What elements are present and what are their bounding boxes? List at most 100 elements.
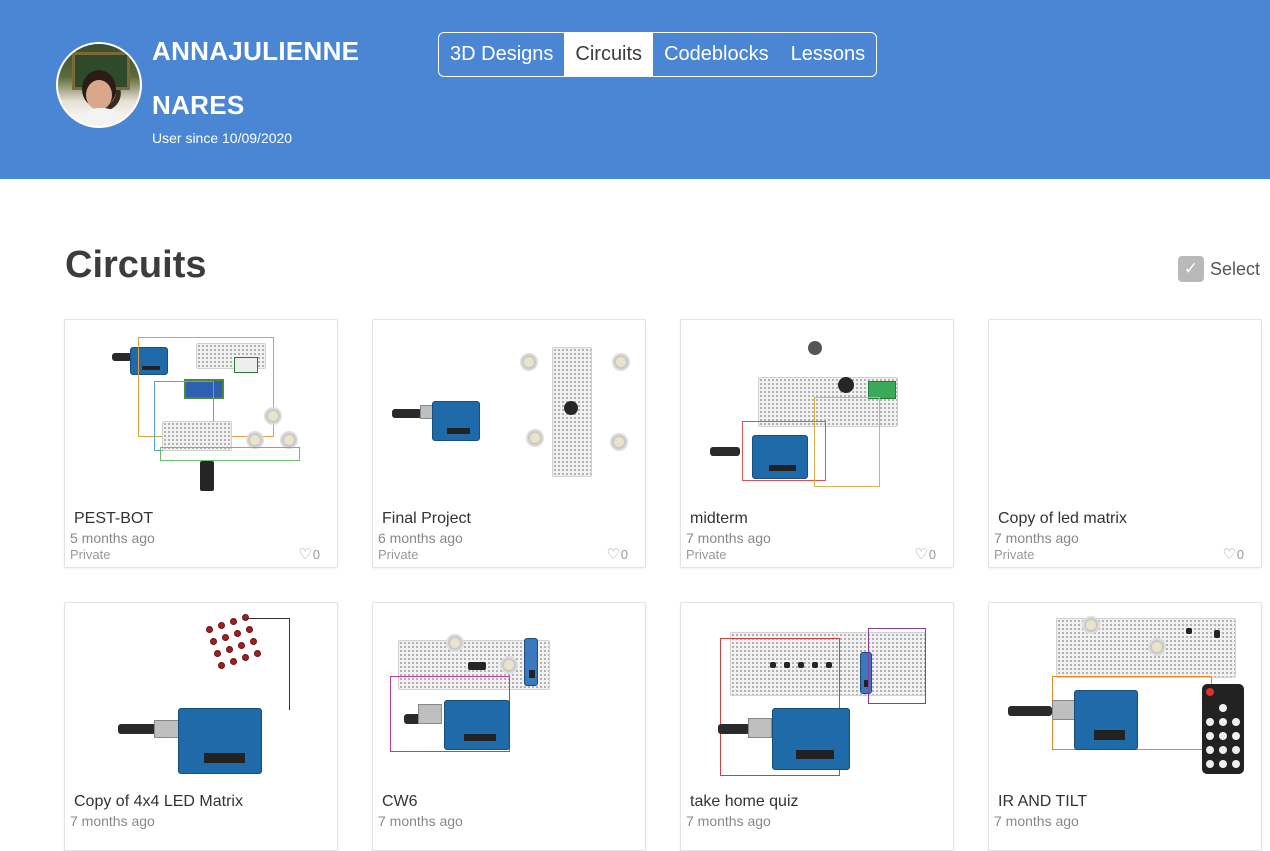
card-likes[interactable]: ♡ 0 xyxy=(914,545,936,563)
led xyxy=(230,618,237,625)
heart-outline-icon[interactable]: ♡ xyxy=(1222,545,1235,563)
usb-plug xyxy=(112,353,132,361)
like-count: 0 xyxy=(620,546,628,562)
motor xyxy=(266,409,280,423)
force-sensor xyxy=(808,341,822,355)
avatar[interactable] xyxy=(56,42,142,128)
avatar-face xyxy=(86,80,112,110)
motor xyxy=(1150,640,1164,654)
card-title[interactable]: CW6 xyxy=(382,793,418,811)
circuit-card[interactable]: midterm 7 months ago Private ♡ 0 xyxy=(680,319,954,568)
circuit-thumbnail[interactable] xyxy=(66,321,336,501)
wire xyxy=(868,628,926,704)
motor xyxy=(612,435,626,449)
card-title[interactable]: Final Project xyxy=(382,510,471,528)
usb-plug xyxy=(718,724,750,734)
heart-outline-icon[interactable]: ♡ xyxy=(298,545,311,563)
ic-chip xyxy=(468,662,486,670)
wire xyxy=(814,397,880,487)
card-likes[interactable]: ♡ 0 xyxy=(298,545,320,563)
motor xyxy=(528,431,542,445)
led xyxy=(218,662,225,669)
tab-codeblocks[interactable]: Codeblocks xyxy=(653,33,780,76)
arduino-board xyxy=(1074,690,1138,750)
like-count: 0 xyxy=(1236,546,1244,562)
circuit-card[interactable]: take home quiz 7 months ago xyxy=(680,602,954,851)
like-count: 0 xyxy=(312,546,320,562)
wire xyxy=(160,447,300,461)
circuit-thumbnail[interactable] xyxy=(682,604,952,784)
motor xyxy=(614,355,628,369)
circuit-card[interactable]: CW6 7 months ago xyxy=(372,602,646,851)
like-count: 0 xyxy=(928,546,936,562)
ir-receiver xyxy=(1186,628,1192,634)
section-tabs: 3D Designs Circuits Codeblocks Lessons xyxy=(438,32,878,77)
circuit-thumbnail[interactable] xyxy=(66,604,336,784)
usb-plug xyxy=(710,447,740,456)
circuit-card[interactable]: IR AND TILT 7 months ago xyxy=(988,602,1262,851)
circuit-card[interactable]: PEST-BOT 5 months ago Private ♡ 0 xyxy=(64,319,338,568)
card-title[interactable]: midterm xyxy=(690,510,748,528)
buzzer xyxy=(564,401,578,415)
circuit-thumbnail[interactable] xyxy=(374,604,644,784)
circuit-thumbnail[interactable] xyxy=(990,321,1260,501)
usb-connector xyxy=(418,704,442,724)
checkmark-icon[interactable]: ✓ xyxy=(1178,256,1204,282)
motor xyxy=(502,658,516,672)
user-since-text: User since 10/09/2020 xyxy=(152,130,293,146)
arduino-board xyxy=(752,435,808,479)
card-likes[interactable]: ♡ 0 xyxy=(1222,545,1244,563)
profile-username: ANNAJULIENNE NARES xyxy=(152,36,360,120)
ir-remote xyxy=(1202,684,1244,774)
circuit-card[interactable]: Copy of 4x4 LED Matrix 7 months ago xyxy=(64,602,338,851)
circuit-card[interactable]: Final Project 6 months ago Private ♡ 0 xyxy=(372,319,646,568)
motor xyxy=(448,636,462,650)
card-privacy: Private xyxy=(378,547,419,562)
avatar-shirt xyxy=(70,108,132,126)
battery xyxy=(200,461,214,491)
card-title[interactable]: take home quiz xyxy=(690,793,799,811)
card-date: 7 months ago xyxy=(686,530,771,546)
card-title[interactable]: IR AND TILT xyxy=(998,793,1087,811)
card-title[interactable]: PEST-BOT xyxy=(74,510,153,528)
motor xyxy=(282,433,296,447)
circuit-card[interactable]: Copy of led matrix 7 months ago Private … xyxy=(988,319,1262,568)
breadboard xyxy=(1056,618,1236,678)
tab-3d-designs[interactable]: 3D Designs xyxy=(439,33,564,76)
motor xyxy=(522,355,536,369)
heart-outline-icon[interactable]: ♡ xyxy=(606,545,619,563)
led xyxy=(206,626,213,633)
card-privacy: Private xyxy=(70,547,111,562)
heart-outline-icon[interactable]: ♡ xyxy=(914,545,927,563)
circuit-thumbnail[interactable] xyxy=(374,321,644,501)
circuit-thumbnail[interactable] xyxy=(990,604,1260,784)
buzzer xyxy=(838,377,854,393)
select-toggle[interactable]: ✓ Select xyxy=(1178,256,1260,282)
circuit-thumbnail[interactable] xyxy=(682,321,952,501)
led xyxy=(218,622,225,629)
profile-header: ANNAJULIENNE NARES User since 10/09/2020… xyxy=(0,0,1270,179)
card-likes[interactable]: ♡ 0 xyxy=(606,545,628,563)
usb-plug xyxy=(118,724,156,734)
card-privacy: Private xyxy=(686,547,727,562)
card-title[interactable]: Copy of led matrix xyxy=(998,510,1127,528)
card-title[interactable]: Copy of 4x4 LED Matrix xyxy=(74,793,243,811)
led xyxy=(214,650,221,657)
tab-lessons[interactable]: Lessons xyxy=(780,33,876,76)
motor xyxy=(1084,618,1098,632)
card-privacy: Private xyxy=(994,547,1035,562)
led xyxy=(238,642,245,649)
usb-connector xyxy=(154,720,180,738)
arduino-board xyxy=(178,708,262,774)
arduino-board xyxy=(444,700,510,750)
led xyxy=(234,630,241,637)
arduino-board xyxy=(772,708,850,770)
motor xyxy=(248,433,262,447)
usb-connector xyxy=(1052,700,1076,720)
led xyxy=(222,634,229,641)
arduino-board xyxy=(432,401,480,441)
usb-connector xyxy=(748,718,772,738)
card-date: 6 months ago xyxy=(378,530,463,546)
tab-circuits[interactable]: Circuits xyxy=(564,33,654,76)
servo xyxy=(524,638,538,686)
